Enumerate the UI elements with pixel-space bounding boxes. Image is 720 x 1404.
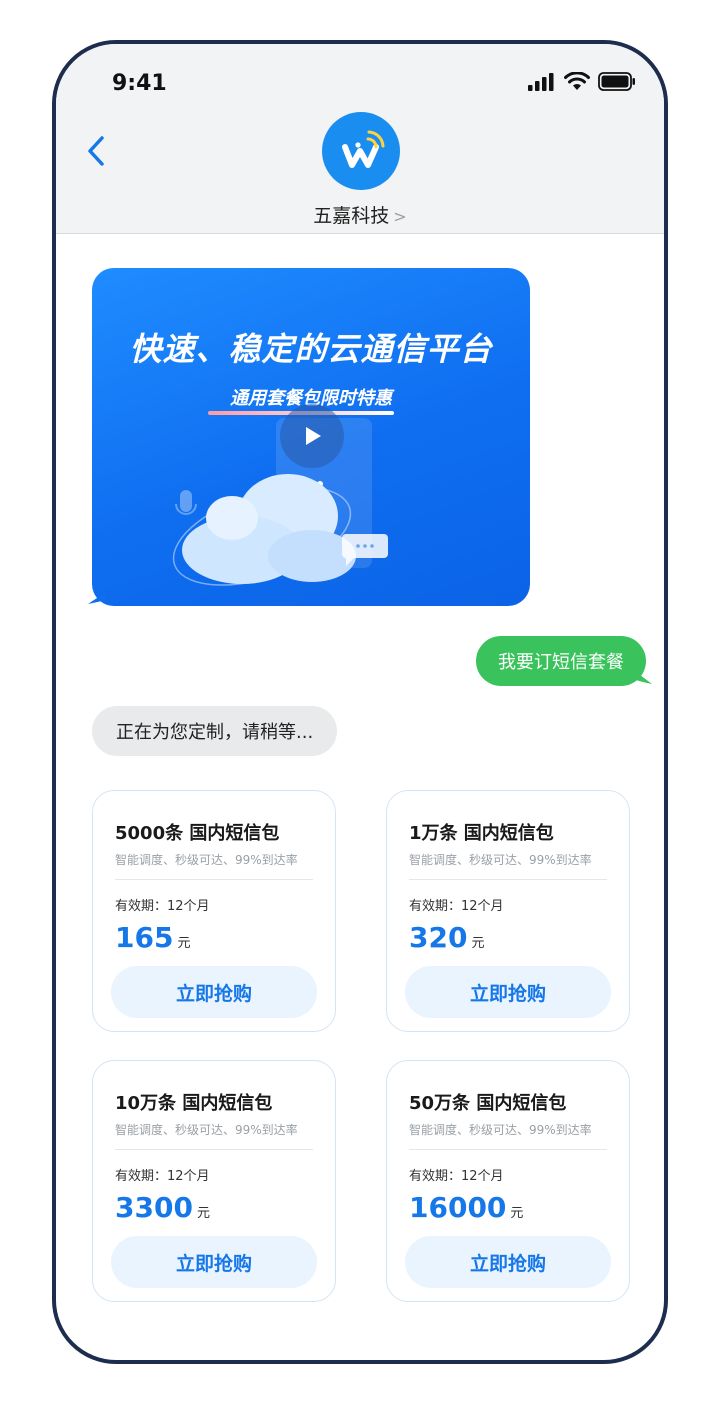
logo-icon [342, 130, 385, 168]
price-unit: 元 [196, 1206, 210, 1221]
contact-name[interactable]: 五嘉科技 > [56, 201, 664, 228]
battery-icon [598, 72, 635, 91]
banner-bubble-tail [88, 592, 106, 604]
back-chevron-icon[interactable] [84, 134, 110, 168]
package-validity: 有效期：12个月 [115, 1169, 210, 1184]
buy-now-button[interactable]: 立即抢购 [405, 966, 611, 1018]
divider [115, 1149, 313, 1150]
package-price: 3300 元 [115, 1191, 210, 1224]
divider [409, 1149, 607, 1150]
buy-now-button[interactable]: 立即抢购 [111, 966, 317, 1018]
promo-banner[interactable]: 快速、稳定的云通信平台 通用套餐包限时特惠 [92, 268, 530, 606]
package-title: 5000条 国内短信包 [115, 823, 280, 844]
package-title: 10万条 国内短信包 [115, 1093, 273, 1114]
chat-header: 9:41 五嘉科技 > [56, 44, 664, 234]
price-value: 16000 [409, 1191, 507, 1224]
buy-now-button[interactable]: 立即抢购 [111, 1236, 317, 1288]
package-desc: 智能调度、秒级可达、99%到达率 [115, 853, 298, 867]
package-title: 50万条 国内短信包 [409, 1093, 567, 1114]
chevron-right-icon: > [393, 207, 407, 226]
divider [115, 879, 313, 880]
banner-title: 快速、稳定的云通信平台 [129, 330, 493, 368]
price-unit: 元 [510, 1206, 524, 1221]
contact-name-label: 五嘉科技 [313, 205, 390, 227]
price-unit: 元 [177, 936, 191, 951]
bot-message-bubble: 正在为您定制，请稍等... [92, 706, 338, 756]
user-bubble-tail [636, 672, 652, 684]
package-title: 1万条 国内短信包 [409, 823, 554, 844]
price-unit: 元 [471, 936, 485, 951]
price-value: 320 [409, 921, 468, 954]
status-icons [528, 72, 636, 91]
phone-frame: 9:41 五嘉科技 > 快速、稳定的云通信平台 通用套餐包限时特惠 我要订短信套… [52, 40, 668, 1364]
divider [409, 879, 607, 880]
status-time: 9:41 [112, 71, 167, 96]
package-card: 50万条 国内短信包 智能调度、秒级可达、99%到达率 有效期：12个月 160… [386, 1060, 630, 1302]
package-validity: 有效期：12个月 [115, 899, 210, 914]
wifi-icon [564, 72, 590, 90]
package-desc: 智能调度、秒级可达、99%到达率 [409, 1123, 592, 1137]
play-button[interactable] [280, 404, 344, 468]
bot-message-text: 正在为您定制，请稍等... [116, 722, 314, 743]
package-card: 5000条 国内短信包 智能调度、秒级可达、99%到达率 有效期：12个月 16… [92, 790, 336, 1032]
package-price: 165 元 [115, 921, 190, 954]
package-validity: 有效期：12个月 [409, 1169, 504, 1184]
contact-avatar[interactable] [322, 112, 400, 190]
signal-icon [528, 72, 554, 91]
buy-now-button[interactable]: 立即抢购 [405, 1236, 611, 1288]
package-card: 10万条 国内短信包 智能调度、秒级可达、99%到达率 有效期：12个月 330… [92, 1060, 336, 1302]
play-icon [306, 427, 321, 445]
package-price: 320 元 [409, 921, 484, 954]
price-value: 3300 [115, 1191, 193, 1224]
user-message-text: 我要订短信套餐 [498, 652, 624, 673]
package-desc: 智能调度、秒级可达、99%到达率 [115, 1123, 298, 1137]
price-value: 165 [115, 921, 174, 954]
package-desc: 智能调度、秒级可达、99%到达率 [409, 853, 592, 867]
package-price: 16000 元 [409, 1191, 523, 1224]
user-message-bubble: 我要订短信套餐 [476, 636, 646, 686]
package-validity: 有效期：12个月 [409, 899, 504, 914]
package-card: 1万条 国内短信包 智能调度、秒级可达、99%到达率 有效期：12个月 320 元… [386, 790, 630, 1032]
